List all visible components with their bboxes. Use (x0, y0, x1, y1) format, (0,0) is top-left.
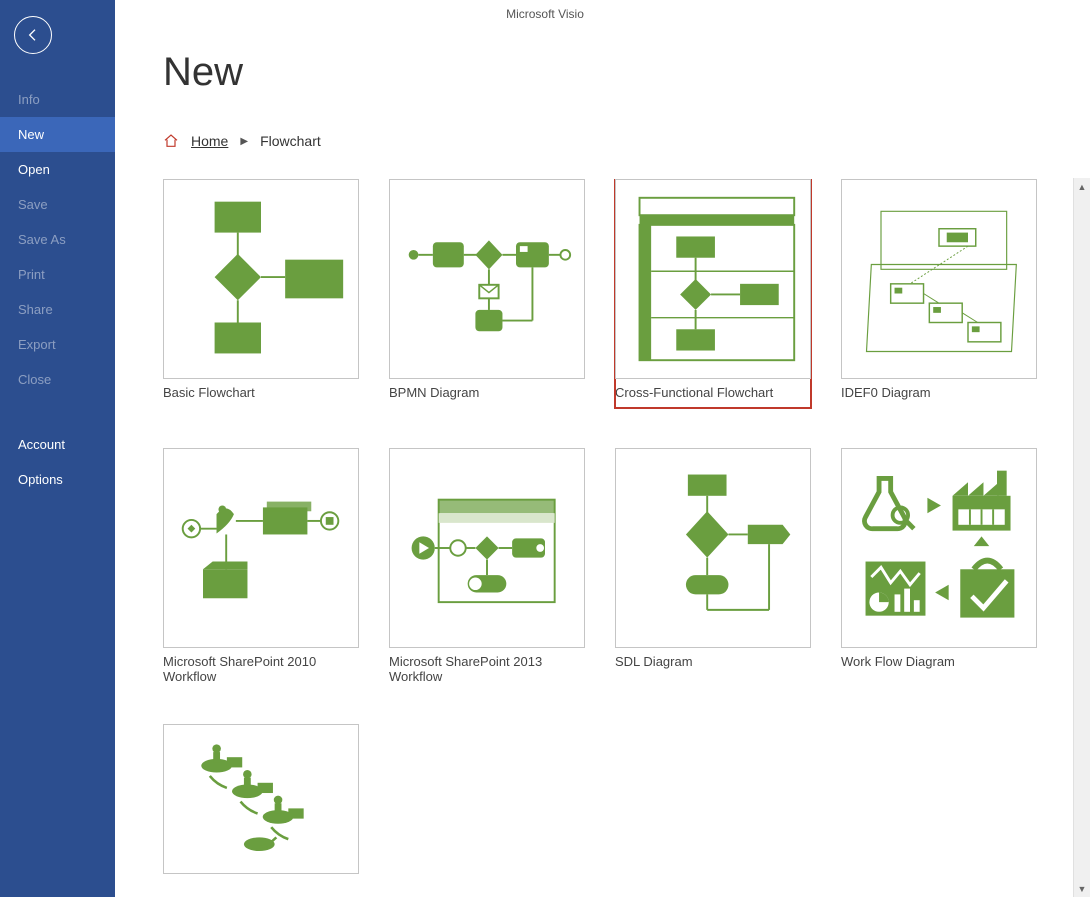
nav-account[interactable]: Account (0, 427, 115, 462)
sdl-icon (626, 459, 800, 637)
template-label: Cross-Functional Flowchart (615, 385, 811, 400)
template-cross-functional[interactable]: Cross-Functional Flowchart (615, 179, 811, 408)
template-label: Basic Flowchart (163, 385, 359, 400)
sp2010-icon (174, 459, 348, 637)
nav-share[interactable]: Share (0, 292, 115, 327)
template-label: Microsoft SharePoint 2013 Workflow (389, 654, 585, 684)
template-label: Work Flow Diagram (841, 654, 1037, 669)
basic-flowchart-icon (174, 190, 348, 368)
scroll-up-icon[interactable]: ▲ (1074, 178, 1090, 195)
template-label: IDEF0 Diagram (841, 385, 1037, 400)
template-label: BPMN Diagram (389, 385, 585, 400)
nav-open[interactable]: Open (0, 152, 115, 187)
workflow-icon (852, 459, 1026, 637)
cross-functional-icon (626, 190, 800, 368)
template-label: Microsoft SharePoint 2010 Workflow (163, 654, 359, 684)
scroll-down-icon[interactable]: ▼ (1074, 880, 1090, 897)
back-button[interactable] (14, 16, 52, 54)
nav-options[interactable]: Options (0, 462, 115, 497)
idef0-icon (852, 190, 1026, 368)
nav-save[interactable]: Save (0, 187, 115, 222)
sidebar: Info New Open Save Save As Print Share E… (0, 0, 115, 897)
nav-print[interactable]: Print (0, 257, 115, 292)
title-bar: Microsoft Visio (0, 0, 1090, 28)
nav-save-as[interactable]: Save As (0, 222, 115, 257)
main-panel: New Home ▶ Flowchart (115, 0, 1090, 897)
template-workflow[interactable]: Work Flow Diagram (841, 448, 1037, 684)
template-label: SDL Diagram (615, 654, 811, 669)
bpmn-icon (400, 190, 574, 368)
nav-new[interactable]: New (0, 117, 115, 152)
home-icon (163, 133, 179, 149)
template-bpmn[interactable]: BPMN Diagram (389, 179, 585, 408)
template-sharepoint-2013[interactable]: Microsoft SharePoint 2013 Workflow (389, 448, 585, 684)
sp2013-icon (400, 459, 574, 637)
template-idef0[interactable]: IDEF0 Diagram (841, 179, 1037, 408)
breadcrumb-current: Flowchart (260, 133, 321, 149)
template-sdl[interactable]: SDL Diagram (615, 448, 811, 684)
nav-info[interactable]: Info (0, 82, 115, 117)
template-assembly-line[interactable] (163, 724, 359, 879)
app-title: Microsoft Visio (506, 7, 584, 21)
breadcrumb: Home ▶ Flowchart (163, 133, 1090, 149)
vertical-scrollbar[interactable]: ▲ ▼ (1073, 178, 1090, 897)
breadcrumb-separator-icon: ▶ (240, 136, 248, 147)
template-gallery: Basic Flowchart (163, 179, 1070, 879)
template-sharepoint-2010[interactable]: Microsoft SharePoint 2010 Workflow (163, 448, 359, 684)
assembly-line-icon (174, 735, 348, 863)
nav-export[interactable]: Export (0, 327, 115, 362)
nav-close[interactable]: Close (0, 362, 115, 397)
template-basic-flowchart[interactable]: Basic Flowchart (163, 179, 359, 408)
breadcrumb-home[interactable]: Home (191, 133, 228, 149)
page-title: New (163, 50, 1090, 95)
